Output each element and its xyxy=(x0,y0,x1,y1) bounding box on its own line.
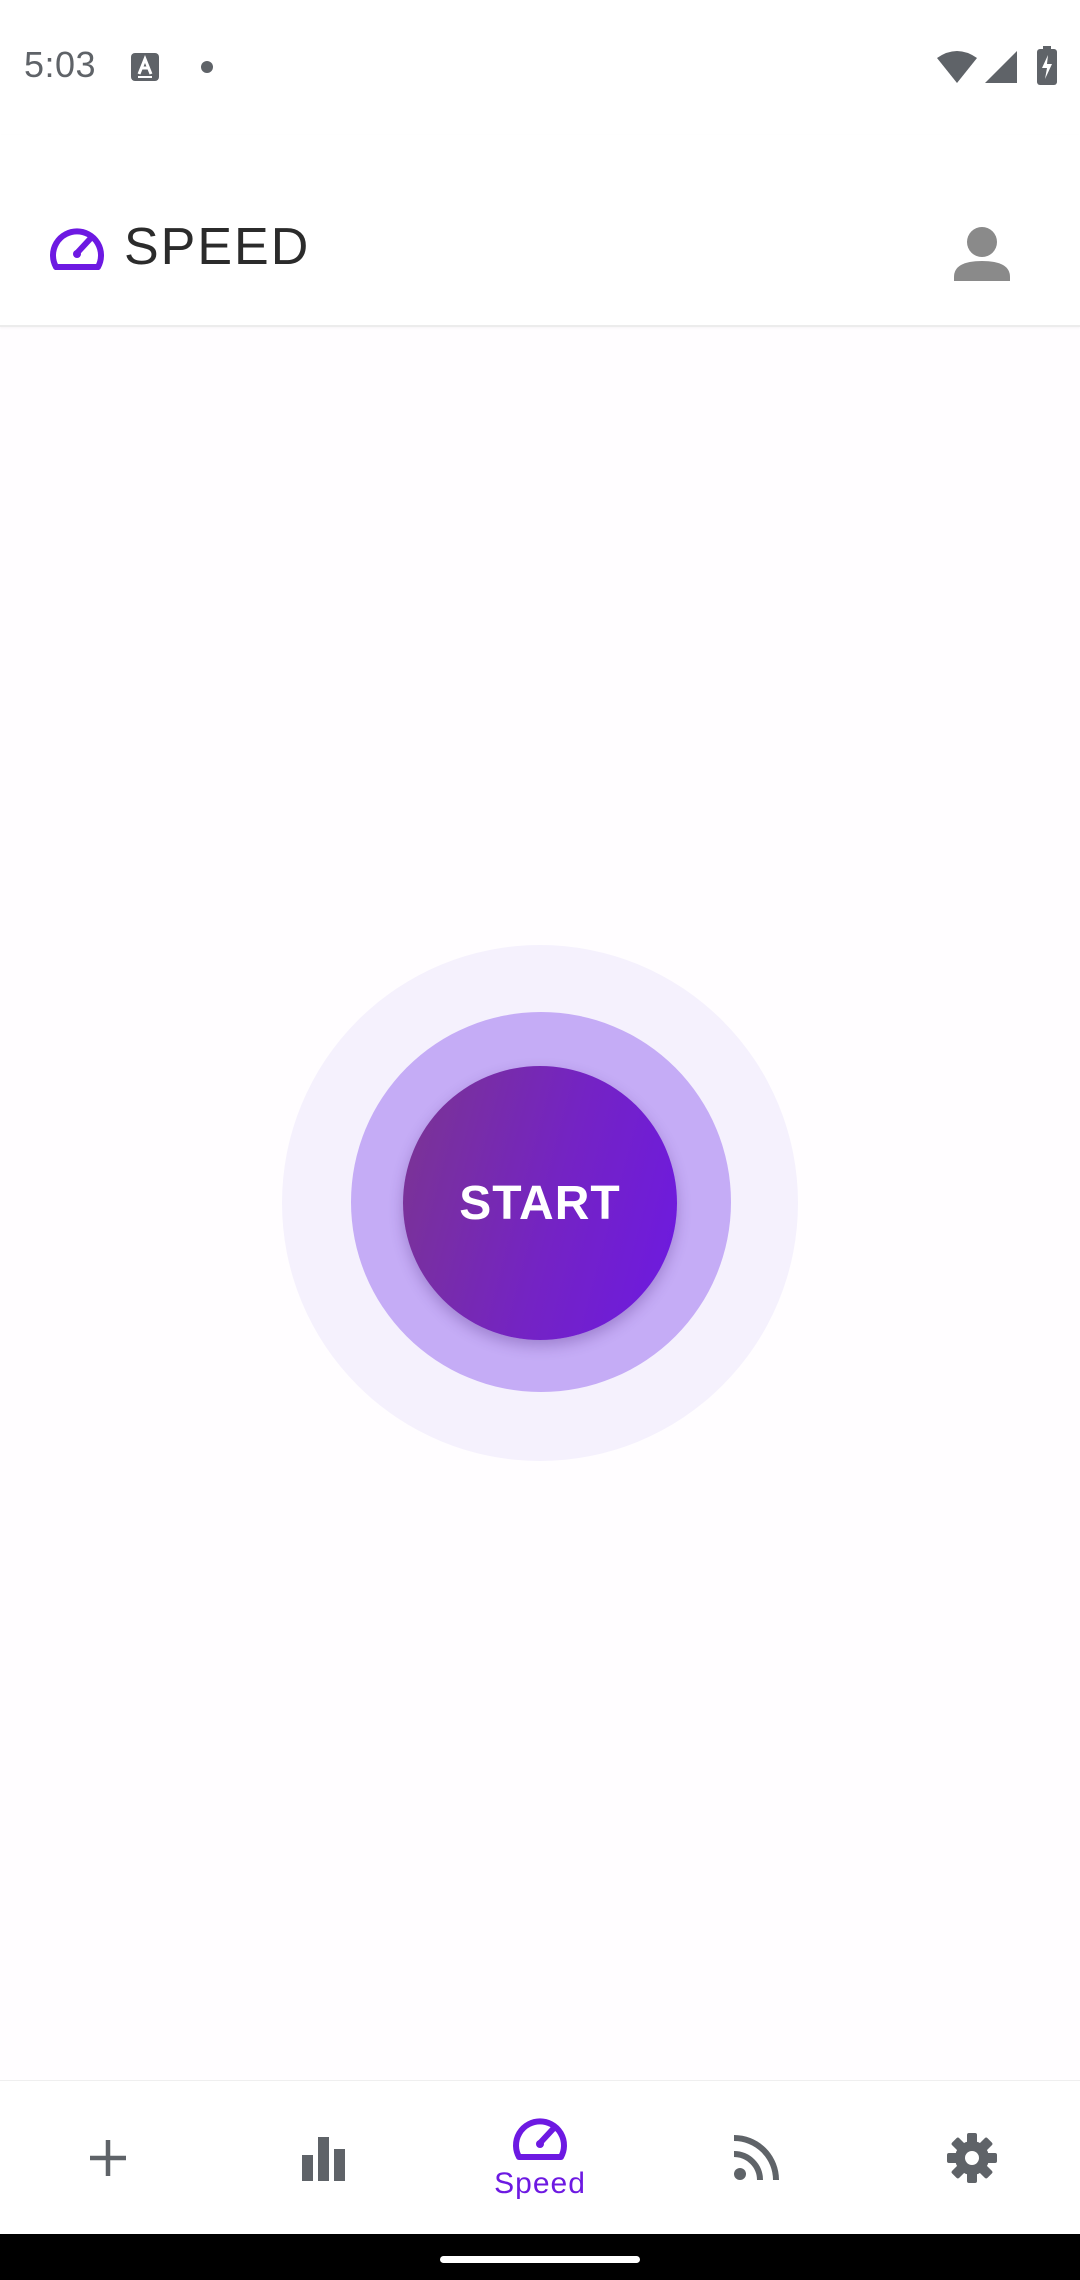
gear-icon xyxy=(947,2133,997,2183)
speed-test-screen: 5:03 SPEED START Speed xyxy=(0,0,1080,2280)
battery-charging-icon xyxy=(1036,46,1058,91)
bar-chart-icon xyxy=(302,2137,345,2181)
nav-item-settings[interactable] xyxy=(864,2081,1080,2235)
keyboard-a-icon xyxy=(130,52,160,87)
plus-icon xyxy=(90,2140,126,2176)
speedometer-icon xyxy=(513,2118,567,2160)
home-gesture-handle[interactable] xyxy=(440,2256,640,2263)
speedometer-icon xyxy=(48,223,106,271)
start-test-button[interactable]: START xyxy=(403,1066,677,1340)
profile-button[interactable] xyxy=(944,215,1020,291)
signal-icon xyxy=(984,50,1018,89)
rss-feed-icon xyxy=(733,2135,779,2181)
system-navigation-bar xyxy=(0,2234,1080,2280)
nav-item-feed[interactable] xyxy=(648,2081,864,2235)
person-icon xyxy=(954,227,1010,281)
nav-item-speed-label: Speed xyxy=(494,2167,586,2200)
start-button-label: START xyxy=(459,1176,621,1230)
bottom-navigation: Speed xyxy=(0,2080,1080,2235)
status-time: 5:03 xyxy=(24,44,97,85)
wifi-icon xyxy=(936,50,978,89)
nav-item-speed[interactable]: Speed xyxy=(432,2081,648,2235)
nav-item-results[interactable] xyxy=(216,2081,432,2235)
app-title: SPEED xyxy=(124,218,311,276)
notification-dot-icon xyxy=(200,60,214,79)
nav-item-add[interactable] xyxy=(0,2081,216,2235)
app-bar: SPEED xyxy=(0,135,1080,327)
status-bar: 5:03 xyxy=(0,0,1080,135)
